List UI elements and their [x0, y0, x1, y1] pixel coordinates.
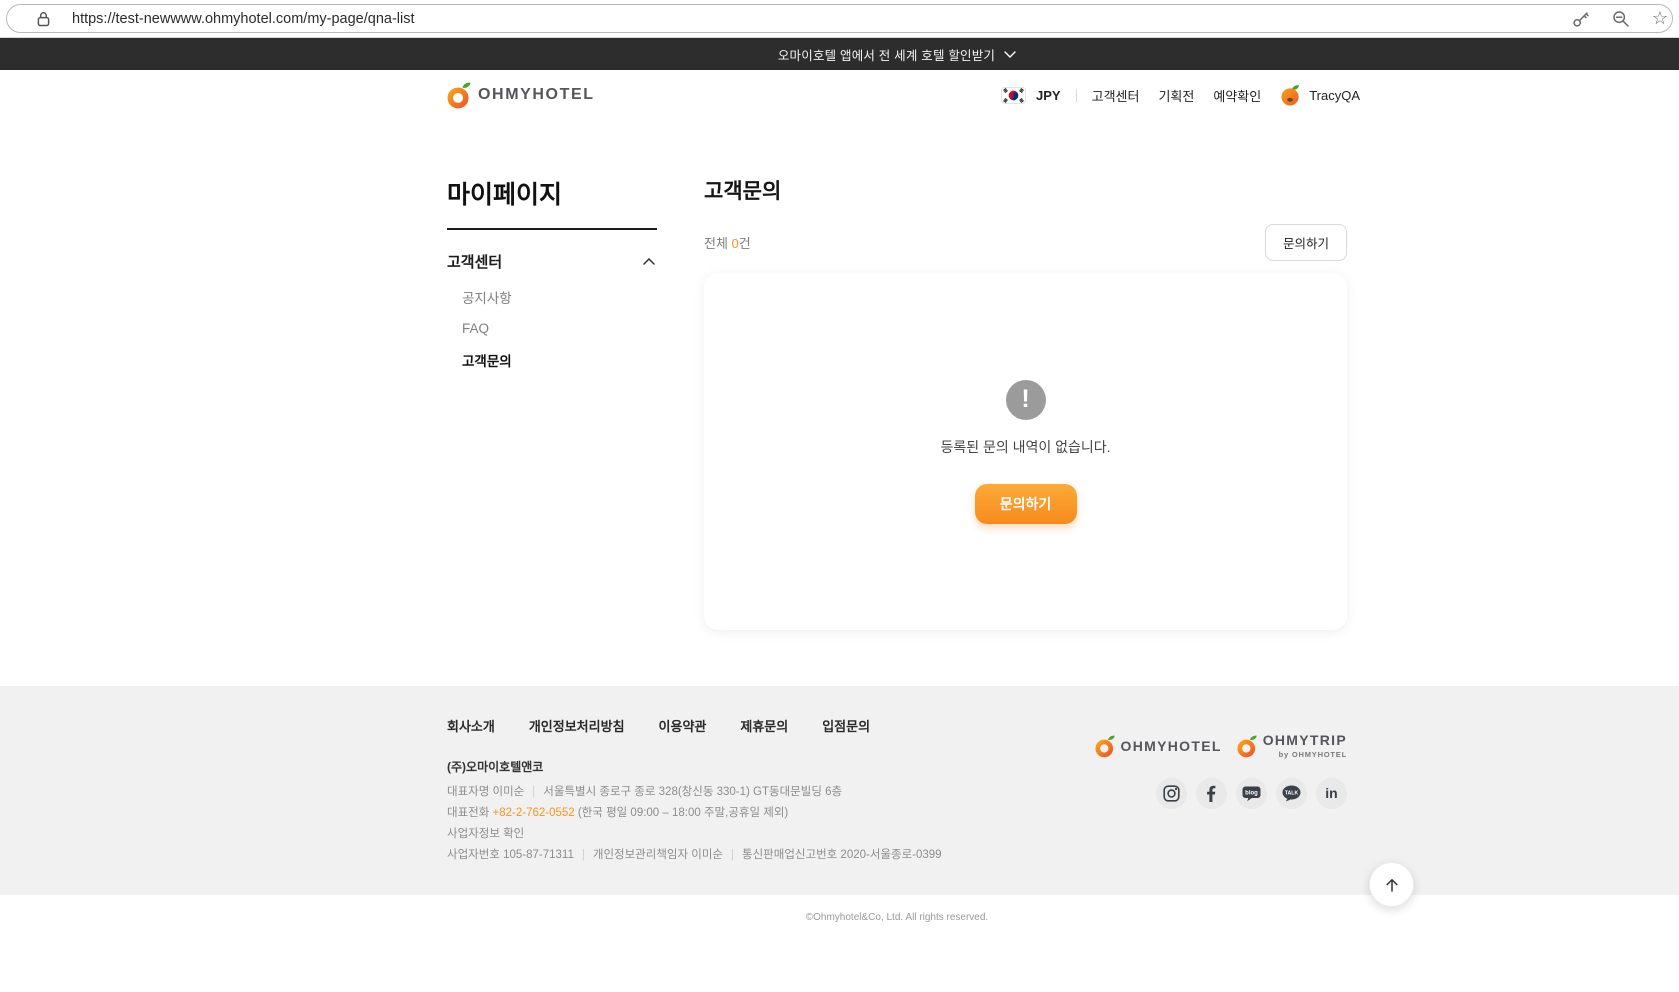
- footer-trip-byline: by OHMYHOTEL: [1278, 750, 1347, 759]
- empty-state-card: ! 등록된 문의 내역이 없습니다. 문의하기: [704, 273, 1347, 630]
- chevron-down-icon[interactable]: [1004, 50, 1016, 58]
- footer-ceo-address: 대표자명 이미순 | 서울특별시 종로구 종로 328(창신동 330-1) GT동…: [447, 786, 843, 798]
- linkedin-icon: in: [1325, 785, 1337, 801]
- bookmark-star-icon[interactable]: ☆: [1652, 8, 1668, 29]
- mypage-sidebar: 마이페이지 고객센터 공지사항 FAQ 고객문의: [447, 175, 657, 630]
- exclamation-icon: !: [1005, 379, 1046, 420]
- korea-flag-icon: [1001, 86, 1027, 104]
- nav-promotions[interactable]: 기획전: [1158, 86, 1194, 105]
- sidebar-item-notices[interactable]: 공지사항: [447, 280, 657, 314]
- inquiry-panel: 고객문의 전체 0건 문의하기 ! 등록된 문의 내역이 없습니다. 문의하기: [704, 175, 1347, 630]
- kakaotalk-link[interactable]: TALK: [1276, 778, 1307, 809]
- footer-ohmyhotel-logo: OHMYHOTEL: [1095, 733, 1222, 759]
- orange-logo-icon: [447, 82, 471, 109]
- address-bar[interactable]: https://test-newwww.ohmyhotel.com/my-pag…: [6, 4, 1673, 33]
- linkedin-link[interactable]: in: [1316, 778, 1347, 809]
- total-count-value: 0: [731, 236, 739, 251]
- blog-icon: blog: [1242, 786, 1261, 802]
- panel-title: 고객문의: [704, 180, 782, 203]
- svg-text:TALK: TALK: [1285, 791, 1299, 797]
- user-name: TracyQA: [1309, 87, 1360, 103]
- currency-selector[interactable]: JPY: [1001, 86, 1061, 104]
- user-avatar-orange-icon: [1281, 84, 1300, 106]
- footer-link-privacy[interactable]: 개인정보처리방침: [529, 716, 625, 735]
- sidebar-section-customer-center[interactable]: 고객센터: [447, 230, 657, 280]
- facebook-link[interactable]: [1196, 778, 1227, 809]
- total-count-line: 전체 0건: [704, 236, 751, 251]
- site-footer: 회사소개 개인정보처리방침 이용약관 제휴문의 입점문의 (주)오마이호텔앤코 …: [0, 686, 1679, 895]
- instagram-icon: [1163, 785, 1180, 802]
- header-divider: [1075, 88, 1077, 102]
- sidebar-item-inquiries[interactable]: 고객문의: [447, 343, 657, 377]
- footer-link-about[interactable]: 회사소개: [447, 716, 495, 735]
- kakaotalk-icon: TALK: [1282, 785, 1301, 802]
- footer-phone-line: 대표전화 +82-2-762-0552 (한국 평일 09:00 – 18:00…: [447, 807, 789, 819]
- footer-biz-info-check[interactable]: 사업자정보 확인: [447, 826, 942, 842]
- user-menu[interactable]: TracyQA: [1280, 84, 1360, 107]
- url-text[interactable]: https://test-newwww.ohmyhotel.com/my-pag…: [72, 11, 415, 27]
- inquiry-button-primary[interactable]: 문의하기: [974, 483, 1077, 524]
- browser-toolbar: https://test-newwww.ohmyhotel.com/my-pag…: [0, 0, 1679, 38]
- ohmyhotel-logo[interactable]: OHMYHOTEL: [447, 80, 595, 110]
- svg-text:in: in: [1325, 785, 1337, 801]
- promo-banner[interactable]: 오마이호텔 앱에서 전 세계 호텔 할인받기: [0, 38, 1679, 70]
- orange-logo-icon: [1237, 735, 1257, 757]
- footer-ohmytrip-logo: OHMYTRIP by OHMYHOTEL: [1237, 732, 1347, 759]
- site-header: OHMYHOTEL JPY 고객센터 기획전 예약확인 TracyQA: [0, 70, 1679, 120]
- footer-link-vendor[interactable]: 입점문의: [822, 716, 870, 735]
- footer-registration-line: 사업자번호 105-87-71311 | 개인정보관리책임자 이미순 | 통신판매업신고…: [447, 849, 942, 861]
- zoom-out-icon[interactable]: [1612, 10, 1630, 28]
- footer-logo-wordmark: OHMYHOTEL: [1120, 738, 1222, 754]
- nav-customer-center[interactable]: 고객센터: [1092, 86, 1140, 105]
- arrow-up-icon: [1385, 878, 1398, 892]
- footer-links: 회사소개 개인정보처리방침 이용약관 제휴문의 입점문의: [447, 716, 942, 735]
- scroll-to-top-button[interactable]: [1369, 862, 1414, 907]
- mypage-content: 마이페이지 고객센터 공지사항 FAQ 고객문의 고객문의 전체 0건 문의하기…: [447, 120, 1347, 630]
- naver-blog-link[interactable]: blog: [1236, 778, 1267, 809]
- footer-link-partnership[interactable]: 제휴문의: [740, 716, 788, 735]
- instagram-link[interactable]: [1156, 778, 1187, 809]
- page-title: 마이페이지: [447, 175, 657, 230]
- footer-link-terms[interactable]: 이용약관: [659, 716, 707, 735]
- empty-message: 등록된 문의 내역이 없습니다.: [940, 438, 1111, 455]
- currency-code: JPY: [1036, 87, 1061, 103]
- orange-logo-icon: [1095, 735, 1115, 758]
- facebook-icon: [1207, 785, 1216, 802]
- lock-icon: [37, 11, 50, 26]
- logo-wordmark: OHMYHOTEL: [478, 86, 595, 103]
- inquiry-button-top[interactable]: 문의하기: [1264, 224, 1347, 261]
- sidebar-item-faq[interactable]: FAQ: [447, 314, 657, 343]
- footer-trip-wordmark: OHMYTRIP: [1262, 732, 1347, 748]
- svg-text:blog: blog: [1245, 791, 1258, 797]
- footer-company-name: (주)오마이호텔앤코: [447, 760, 544, 774]
- sidebar-section-label: 고객센터: [447, 254, 503, 271]
- footer-phone-number[interactable]: +82-2-762-0552: [493, 807, 575, 819]
- nav-booking-check[interactable]: 예약확인: [1213, 86, 1261, 105]
- key-icon[interactable]: [1572, 10, 1590, 28]
- chevron-up-icon: [643, 258, 655, 265]
- copyright-text: ©Ohmyhotel&Co, Ltd. All rights reserved.: [805, 912, 989, 923]
- promo-banner-text: 오마이호텔 앱에서 전 세계 호텔 할인받기: [777, 48, 996, 63]
